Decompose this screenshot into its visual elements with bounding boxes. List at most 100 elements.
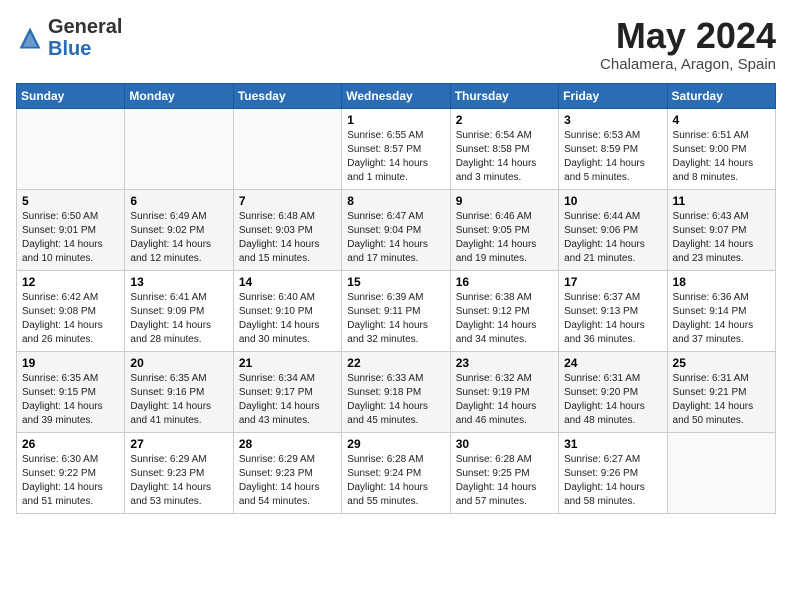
day-content: Sunrise: 6:38 AM Sunset: 9:12 PM Dayligh… [456, 291, 553, 347]
day-content: Sunrise: 6:29 AM Sunset: 9:23 PM Dayligh… [130, 453, 227, 509]
day-content: Sunrise: 6:54 AM Sunset: 8:58 PM Dayligh… [456, 129, 553, 185]
day-content: Sunrise: 6:48 AM Sunset: 9:03 PM Dayligh… [239, 210, 336, 266]
weekday-header-sunday: Sunday [17, 83, 125, 108]
day-content: Sunrise: 6:31 AM Sunset: 9:20 PM Dayligh… [564, 372, 661, 428]
calendar-body: 1Sunrise: 6:55 AM Sunset: 8:57 PM Daylig… [17, 108, 776, 513]
day-content: Sunrise: 6:27 AM Sunset: 9:26 PM Dayligh… [564, 453, 661, 509]
weekday-header-saturday: Saturday [667, 83, 775, 108]
calendar-table: SundayMondayTuesdayWednesdayThursdayFrid… [16, 83, 776, 514]
calendar-cell: 18 Sunrise: 6:36 AM Sunset: 9:14 PM Dayli… [667, 270, 775, 351]
calendar-cell [667, 432, 775, 513]
day-number: 2 [456, 113, 553, 127]
calendar-cell: 23 Sunrise: 6:32 AM Sunset: 9:19 PM Dayli… [450, 351, 558, 432]
weekday-header-tuesday: Tuesday [233, 83, 341, 108]
calendar-cell: 12 Sunrise: 6:42 AM Sunset: 9:08 PM Dayli… [17, 270, 125, 351]
calendar-cell: 6 Sunrise: 6:49 AM Sunset: 9:02 PM Daylig… [125, 189, 233, 270]
day-number: 17 [564, 275, 661, 289]
day-content: Sunrise: 6:47 AM Sunset: 9:04 PM Dayligh… [347, 210, 444, 266]
day-content: Sunrise: 6:49 AM Sunset: 9:02 PM Dayligh… [130, 210, 227, 266]
calendar-week-3: 12 Sunrise: 6:42 AM Sunset: 9:08 PM Dayli… [17, 270, 776, 351]
calendar-cell: 22Sunrise: 6:33 AM Sunset: 9:18 PM Dayli… [342, 351, 450, 432]
day-content: Sunrise: 6:44 AM Sunset: 9:06 PM Dayligh… [564, 210, 661, 266]
day-number: 24 [564, 356, 661, 370]
title-block: May 2024 Chalamera, Aragon, Spain [600, 16, 776, 73]
calendar-cell: 21 Sunrise: 6:34 AM Sunset: 9:17 PM Dayli… [233, 351, 341, 432]
calendar-cell: 11Sunrise: 6:43 AM Sunset: 9:07 PM Dayli… [667, 189, 775, 270]
day-number: 4 [673, 113, 770, 127]
calendar-cell [17, 108, 125, 189]
calendar-cell: 19Sunrise: 6:35 AM Sunset: 9:15 PM Dayli… [17, 351, 125, 432]
calendar-cell [125, 108, 233, 189]
calendar-cell: 10 Sunrise: 6:44 AM Sunset: 9:06 PM Dayli… [559, 189, 667, 270]
day-number: 6 [130, 194, 227, 208]
page-header: General Blue May 2024 Chalamera, Aragon,… [16, 16, 776, 73]
weekday-header-monday: Monday [125, 83, 233, 108]
day-content: Sunrise: 6:43 AM Sunset: 9:07 PM Dayligh… [673, 210, 770, 266]
calendar-cell: 14Sunrise: 6:40 AM Sunset: 9:10 PM Dayli… [233, 270, 341, 351]
calendar-week-4: 19Sunrise: 6:35 AM Sunset: 9:15 PM Dayli… [17, 351, 776, 432]
calendar-week-2: 5Sunrise: 6:50 AM Sunset: 9:01 PM Daylig… [17, 189, 776, 270]
calendar-cell: 26Sunrise: 6:30 AM Sunset: 9:22 PM Dayli… [17, 432, 125, 513]
weekday-header-wednesday: Wednesday [342, 83, 450, 108]
calendar-cell: 7Sunrise: 6:48 AM Sunset: 9:03 PM Daylig… [233, 189, 341, 270]
calendar-cell: 3 Sunrise: 6:53 AM Sunset: 8:59 PM Daylig… [559, 108, 667, 189]
calendar-week-5: 26Sunrise: 6:30 AM Sunset: 9:22 PM Dayli… [17, 432, 776, 513]
day-number: 21 [239, 356, 336, 370]
day-number: 29 [347, 437, 444, 451]
day-number: 9 [456, 194, 553, 208]
day-content: Sunrise: 6:36 AM Sunset: 9:14 PM Dayligh… [673, 291, 770, 347]
calendar-cell: 9Sunrise: 6:46 AM Sunset: 9:05 PM Daylig… [450, 189, 558, 270]
weekday-header-row: SundayMondayTuesdayWednesdayThursdayFrid… [17, 83, 776, 108]
day-content: Sunrise: 6:28 AM Sunset: 9:24 PM Dayligh… [347, 453, 444, 509]
day-number: 16 [456, 275, 553, 289]
calendar-cell: 5Sunrise: 6:50 AM Sunset: 9:01 PM Daylig… [17, 189, 125, 270]
calendar-cell: 2 Sunrise: 6:54 AM Sunset: 8:58 PM Daylig… [450, 108, 558, 189]
day-number: 8 [347, 194, 444, 208]
calendar-cell: 8 Sunrise: 6:47 AM Sunset: 9:04 PM Daylig… [342, 189, 450, 270]
day-content: Sunrise: 6:42 AM Sunset: 9:08 PM Dayligh… [22, 291, 119, 347]
day-content: Sunrise: 6:53 AM Sunset: 8:59 PM Dayligh… [564, 129, 661, 185]
calendar-cell: 27 Sunrise: 6:29 AM Sunset: 9:23 PM Dayli… [125, 432, 233, 513]
calendar-cell: 4 Sunrise: 6:51 AM Sunset: 9:00 PM Daylig… [667, 108, 775, 189]
calendar-cell: 13 Sunrise: 6:41 AM Sunset: 9:09 PM Dayli… [125, 270, 233, 351]
logo-blue: Blue [48, 38, 91, 60]
day-content: Sunrise: 6:37 AM Sunset: 9:13 PM Dayligh… [564, 291, 661, 347]
day-number: 10 [564, 194, 661, 208]
day-number: 1 [347, 113, 444, 127]
day-content: Sunrise: 6:41 AM Sunset: 9:09 PM Dayligh… [130, 291, 227, 347]
day-number: 25 [673, 356, 770, 370]
day-content: Sunrise: 6:28 AM Sunset: 9:25 PM Dayligh… [456, 453, 553, 509]
day-number: 12 [22, 275, 119, 289]
calendar-cell: 20Sunrise: 6:35 AM Sunset: 9:16 PM Dayli… [125, 351, 233, 432]
calendar-header: SundayMondayTuesdayWednesdayThursdayFrid… [17, 83, 776, 108]
day-number: 22 [347, 356, 444, 370]
day-number: 30 [456, 437, 553, 451]
day-content: Sunrise: 6:29 AM Sunset: 9:23 PM Dayligh… [239, 453, 336, 509]
day-number: 28 [239, 437, 336, 451]
day-number: 3 [564, 113, 661, 127]
day-content: Sunrise: 6:51 AM Sunset: 9:00 PM Dayligh… [673, 129, 770, 185]
day-content: Sunrise: 6:40 AM Sunset: 9:10 PM Dayligh… [239, 291, 336, 347]
calendar-cell: 24 Sunrise: 6:31 AM Sunset: 9:20 PM Dayli… [559, 351, 667, 432]
location-title: Chalamera, Aragon, Spain [600, 56, 776, 73]
logo-text: General Blue [48, 16, 122, 60]
day-content: Sunrise: 6:50 AM Sunset: 9:01 PM Dayligh… [22, 210, 119, 266]
calendar-cell: 29 Sunrise: 6:28 AM Sunset: 9:24 PM Dayli… [342, 432, 450, 513]
calendar-cell: 25 Sunrise: 6:31 AM Sunset: 9:21 PM Dayli… [667, 351, 775, 432]
day-number: 18 [673, 275, 770, 289]
day-number: 27 [130, 437, 227, 451]
day-content: Sunrise: 6:34 AM Sunset: 9:17 PM Dayligh… [239, 372, 336, 428]
day-number: 23 [456, 356, 553, 370]
calendar-cell: 15Sunrise: 6:39 AM Sunset: 9:11 PM Dayli… [342, 270, 450, 351]
day-content: Sunrise: 6:30 AM Sunset: 9:22 PM Dayligh… [22, 453, 119, 509]
day-content: Sunrise: 6:32 AM Sunset: 9:19 PM Dayligh… [456, 372, 553, 428]
day-number: 13 [130, 275, 227, 289]
calendar-cell: 17 Sunrise: 6:37 AM Sunset: 9:13 PM Dayli… [559, 270, 667, 351]
day-content: Sunrise: 6:39 AM Sunset: 9:11 PM Dayligh… [347, 291, 444, 347]
calendar-week-1: 1Sunrise: 6:55 AM Sunset: 8:57 PM Daylig… [17, 108, 776, 189]
day-number: 20 [130, 356, 227, 370]
weekday-header-thursday: Thursday [450, 83, 558, 108]
day-content: Sunrise: 6:31 AM Sunset: 9:21 PM Dayligh… [673, 372, 770, 428]
logo: General Blue [16, 16, 122, 60]
calendar-cell: 16 Sunrise: 6:38 AM Sunset: 9:12 PM Dayli… [450, 270, 558, 351]
